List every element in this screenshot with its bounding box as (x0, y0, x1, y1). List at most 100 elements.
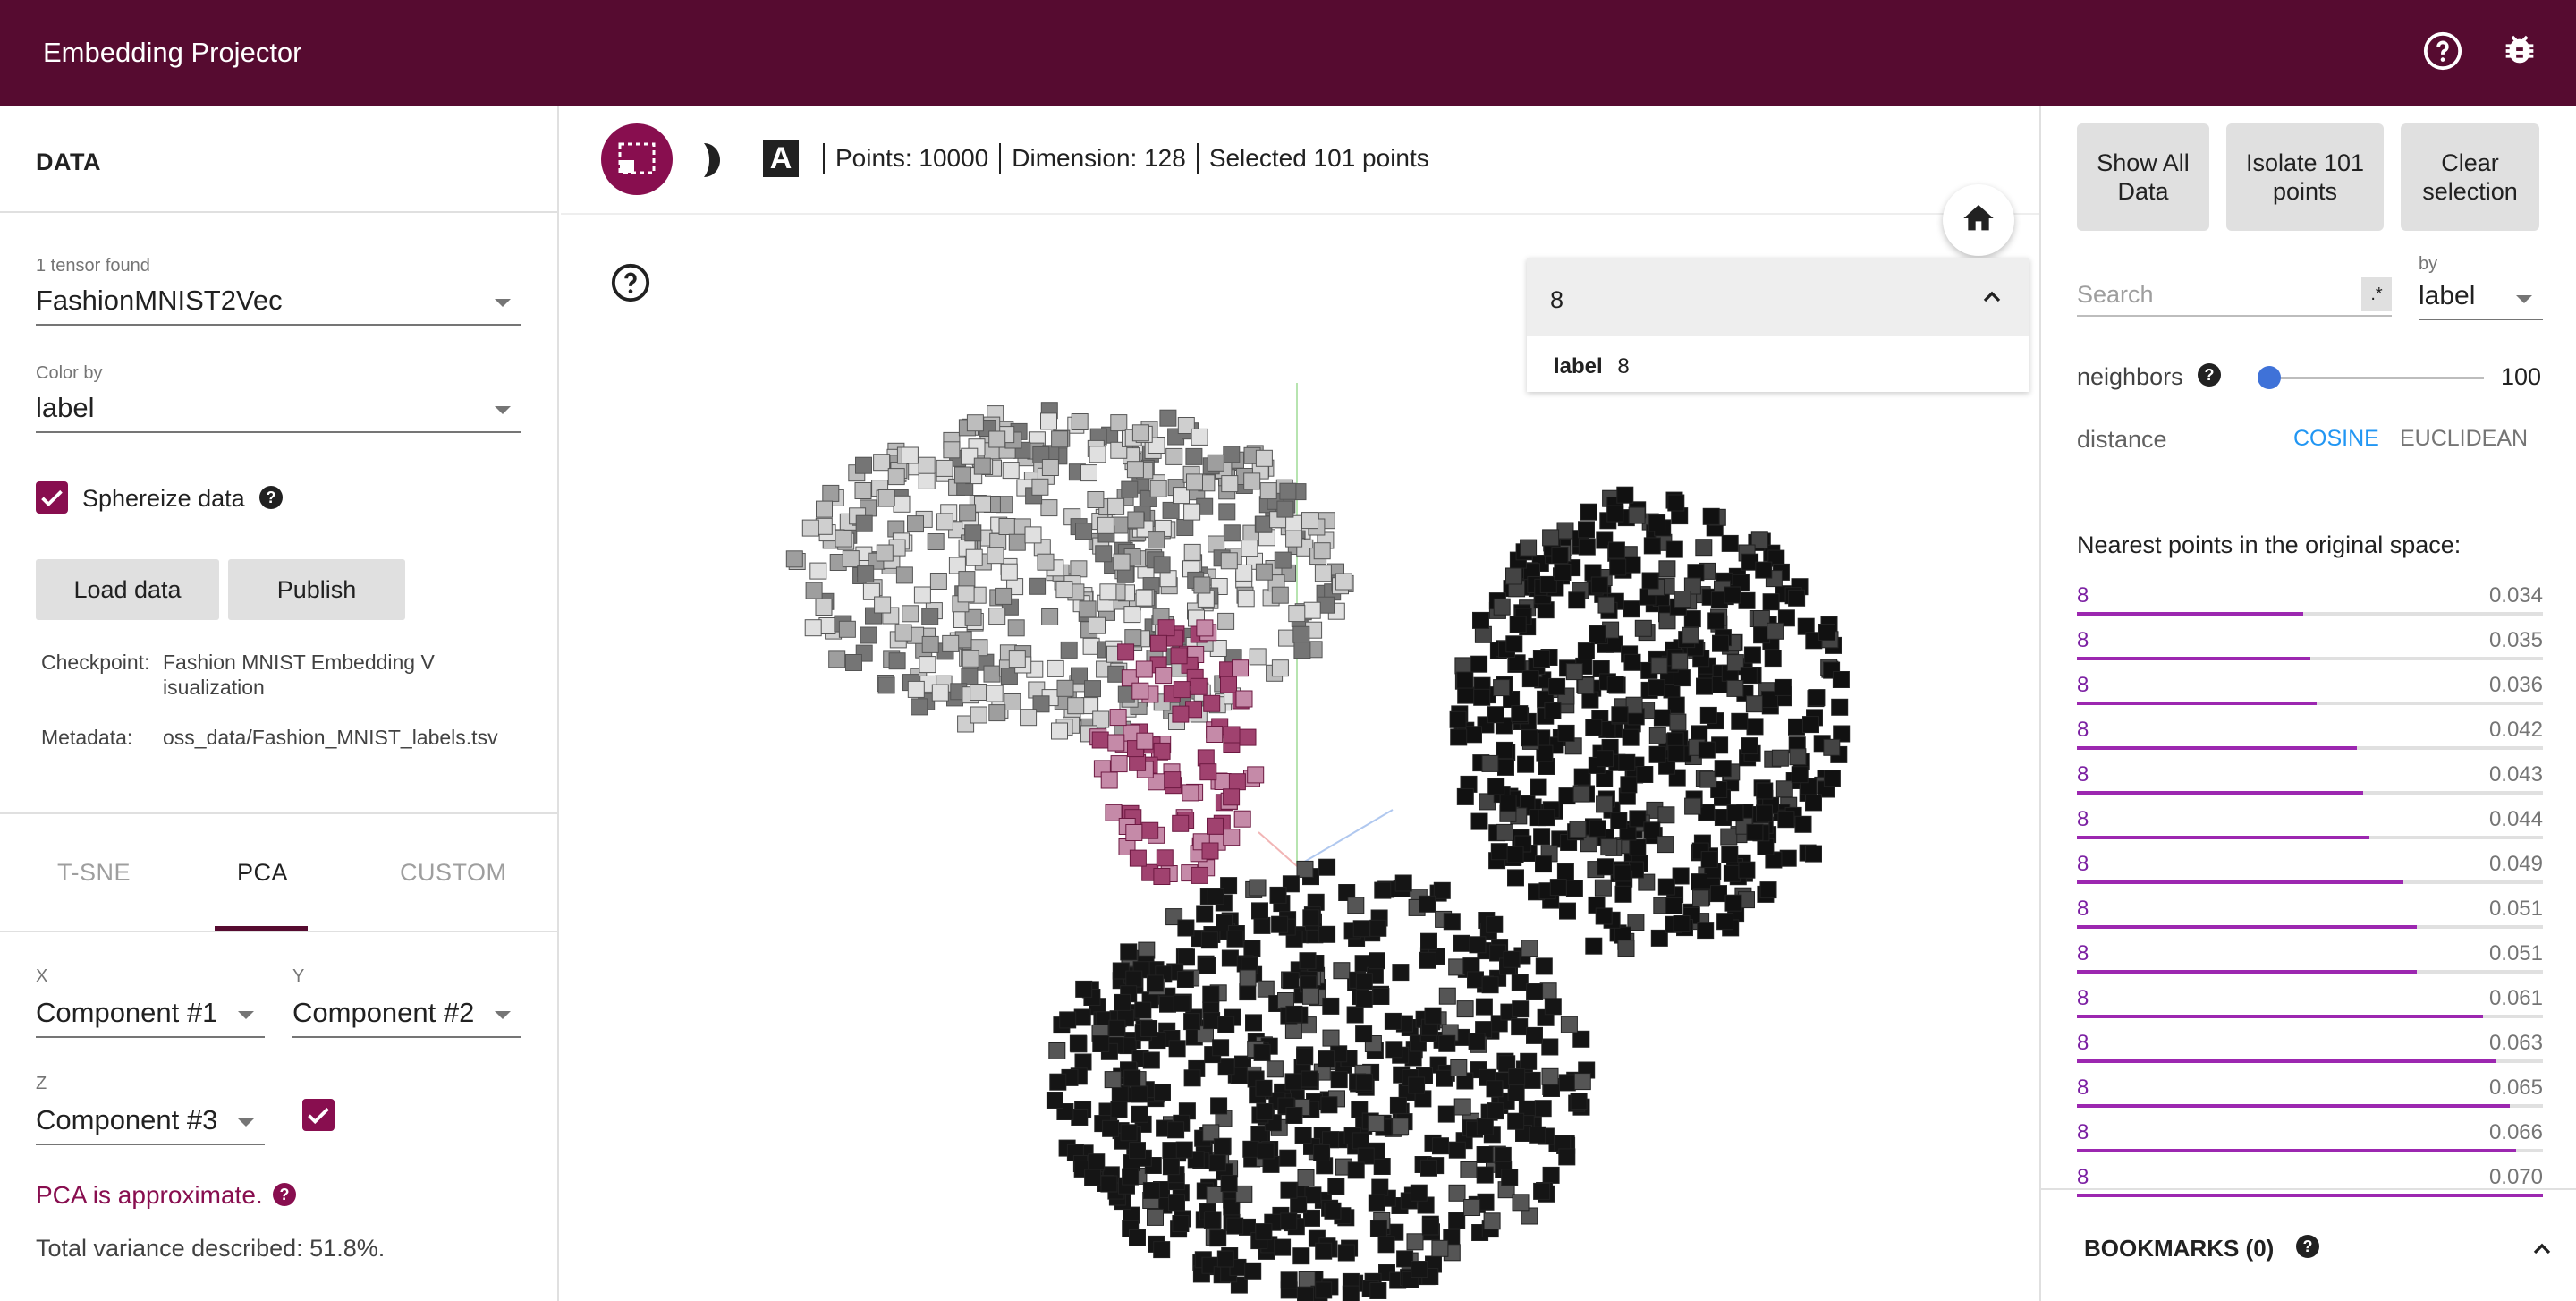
clear-selection-button[interactable]: Clear selection (2401, 123, 2539, 231)
nearest-point-row[interactable]: 8 0.065 (2077, 1068, 2543, 1113)
labels-toggle-icon[interactable]: A (763, 140, 799, 177)
projection-view: A Points: 10000 Dimension: 128 Selected … (561, 106, 2039, 1301)
embedding-point (1788, 718, 1805, 736)
color-by-select[interactable]: label (36, 392, 521, 433)
embedding-point (894, 624, 912, 642)
embedding-point (1237, 590, 1255, 608)
isolate-points-button[interactable]: Isolate 101 points (2226, 123, 2384, 231)
embedding-point (1648, 514, 1666, 531)
embedding-point (1389, 1096, 1407, 1114)
nearest-point-distance: 0.042 (2488, 718, 2543, 742)
tab-custom[interactable]: CUSTOM (400, 859, 507, 887)
embedding-point (1069, 1034, 1087, 1052)
embedding-point (1438, 1034, 1456, 1052)
nearest-point-row[interactable]: 8 0.061 (2077, 979, 2543, 1024)
embedding-point (901, 446, 919, 464)
pca-x-value: Component #1 (36, 997, 218, 1028)
pca-z-select[interactable]: Component #3 (36, 1104, 265, 1145)
embedding-point (1257, 980, 1275, 998)
embedding-point (1743, 646, 1761, 664)
pca-y-select[interactable]: Component #2 (292, 997, 521, 1038)
embedding-point (1220, 1175, 1238, 1192)
embedding-point (1554, 564, 1572, 581)
embedding-point (1322, 1029, 1340, 1047)
embedding-point (1190, 677, 1208, 695)
nearest-point-row[interactable]: 8 0.035 (2077, 621, 2543, 666)
nearest-point-row[interactable]: 8 0.051 (2077, 934, 2543, 979)
load-data-button[interactable]: Load data (36, 559, 219, 620)
night-mode-icon[interactable] (693, 140, 729, 185)
embedding-point (1029, 577, 1046, 595)
tensor-select[interactable]: FashionMNIST2Vec (36, 285, 521, 326)
tab-pca[interactable]: PCA (237, 859, 288, 887)
nearest-point-row[interactable]: 8 0.043 (2077, 755, 2543, 800)
nearest-point-row[interactable]: 8 0.044 (2077, 800, 2543, 845)
embedding-point (1108, 1019, 1126, 1037)
embedding-point (1369, 919, 1387, 937)
embedding-point (1473, 688, 1491, 706)
checkpoint-value-2: isualization (163, 676, 265, 699)
sphereize-checkbox[interactable] (36, 481, 68, 514)
help-icon[interactable] (2422, 30, 2463, 72)
bookmarks-panel: BOOKMARKS (0) ? (2041, 1188, 2576, 1301)
embedding-point (1131, 682, 1149, 700)
nearest-point-row[interactable]: 8 0.051 (2077, 889, 2543, 934)
embedding-point (1220, 552, 1238, 570)
nearest-point-row[interactable]: 8 0.036 (2077, 666, 2543, 710)
embedding-point (1408, 1076, 1426, 1094)
tab-tsne[interactable]: T-SNE (57, 859, 131, 887)
selection-mode-button[interactable] (601, 123, 673, 195)
neighbors-help-icon[interactable]: ? (2198, 363, 2221, 387)
embedding-point (1104, 1071, 1122, 1089)
label-panel-header[interactable]: 8 (1527, 258, 2029, 336)
embedding-point (1699, 770, 1717, 788)
color-by-label: Color by (36, 363, 103, 383)
bookmarks-help-icon[interactable]: ? (2296, 1235, 2319, 1258)
distance-cosine-option[interactable]: COSINE (2293, 426, 2379, 452)
embedding-point (1226, 930, 1244, 948)
embedding-point (1523, 1071, 1541, 1089)
embedding-point (1420, 932, 1437, 950)
distance-euclidean-option[interactable]: EUCLIDEAN (2400, 426, 2528, 452)
embedding-point (1082, 637, 1100, 655)
chevron-up-icon[interactable] (2528, 1235, 2556, 1263)
embedding-point (1521, 729, 1538, 747)
nearest-point-row[interactable]: 8 0.049 (2077, 845, 2543, 889)
nearest-point-label: 8 (2077, 897, 2089, 921)
chevron-up-icon[interactable] (1978, 283, 2006, 311)
bug-report-icon[interactable] (2499, 30, 2540, 72)
nearest-point-label: 8 (2077, 807, 2089, 831)
publish-button[interactable]: Publish (228, 559, 405, 620)
neighbors-slider[interactable] (2257, 366, 2484, 389)
nearest-point-row[interactable]: 8 0.042 (2077, 710, 2543, 755)
embedding-point (1682, 626, 1699, 644)
regex-toggle[interactable]: .* (2361, 277, 2392, 311)
embedding-point (1046, 659, 1064, 677)
embedding-point (1695, 539, 1713, 557)
search-by-select[interactable]: label (2419, 281, 2543, 320)
distance-bar-fill (2077, 657, 2310, 660)
nearest-point-row[interactable]: 8 0.066 (2077, 1113, 2543, 1158)
reset-view-button[interactable] (1943, 184, 2014, 256)
nearest-point-row[interactable]: 8 0.063 (2077, 1024, 2543, 1068)
embedding-point (1520, 1052, 1538, 1070)
neighbors-slider-knob[interactable] (2257, 366, 2281, 389)
embedding-point (1487, 778, 1505, 795)
embedding-point (1153, 556, 1171, 574)
pca-z-checkbox[interactable] (302, 1099, 335, 1131)
embedding-point (1279, 482, 1297, 500)
pca-x-select[interactable]: Component #1 (36, 997, 265, 1038)
embedding-point (1123, 1069, 1141, 1087)
search-input[interactable]: Search .* (2077, 276, 2392, 317)
sphereize-help-icon[interactable]: ? (259, 486, 283, 509)
embedding-point (1178, 948, 1195, 966)
chevron-down-icon (495, 299, 511, 307)
show-all-data-button[interactable]: Show All Data (2077, 123, 2209, 231)
nearest-point-row[interactable]: 8 0.034 (2077, 576, 2543, 621)
embedding-point (1155, 667, 1173, 685)
embedding-point (1505, 635, 1523, 653)
embedding-point (1556, 863, 1574, 880)
pca-help-icon[interactable]: ? (273, 1183, 296, 1206)
embedding-point (1051, 722, 1068, 740)
embedding-point (1315, 1281, 1333, 1299)
